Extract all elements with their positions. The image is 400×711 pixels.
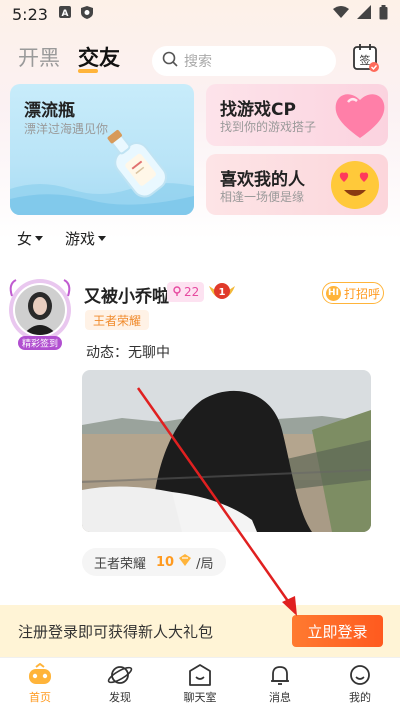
username: 又被小乔啦 bbox=[84, 287, 169, 307]
status-bar: 5:23 A bbox=[0, 0, 400, 28]
tabbar-home[interactable]: 首页 bbox=[0, 658, 80, 711]
register-promo-text: 注册登录即可获得新人大礼包 bbox=[18, 622, 214, 641]
tab-jiaoyou[interactable]: 交友 bbox=[78, 42, 120, 72]
home-game-icon bbox=[29, 663, 51, 684]
game-tag: 王者荣耀 bbox=[85, 310, 150, 330]
tabbar-profile[interactable]: 我的 bbox=[320, 658, 400, 711]
top-header: 开黑 交友 搜索 签 bbox=[0, 42, 400, 76]
who-likes-me-card[interactable]: 喜欢我的人 相逢一场便是缘 bbox=[206, 154, 388, 215]
tabbar-discover[interactable]: 发现 bbox=[80, 658, 160, 711]
tabbar-chatroom[interactable]: 聊天室 bbox=[160, 658, 240, 711]
avatar[interactable]: 精彩签到 bbox=[6, 276, 74, 352]
female-symbol-icon bbox=[172, 285, 182, 299]
coin-icon bbox=[178, 553, 192, 571]
filter-game[interactable]: 游戏 bbox=[65, 228, 107, 249]
find-cp-title: 找游戏CP bbox=[220, 100, 296, 120]
status-time: 5:23 bbox=[12, 4, 48, 24]
game-order-info[interactable]: 王者荣耀 10 /局 bbox=[82, 548, 226, 576]
profile-icon bbox=[350, 665, 370, 685]
who-likes-me-subtitle: 相逢一场便是缘 bbox=[220, 190, 305, 204]
daily-signin-button[interactable]: 签 bbox=[352, 42, 380, 74]
heart-eyes-emoji-icon bbox=[331, 161, 379, 209]
tabbar-chatroom-label: 聊天室 bbox=[183, 691, 217, 704]
register-promo-bar: 注册登录即可获得新人大礼包 立即登录 bbox=[0, 605, 400, 657]
notification-a-icon: A bbox=[58, 5, 72, 23]
post-status: 动态：无聊中 bbox=[86, 345, 170, 361]
wifi-icon bbox=[333, 5, 349, 23]
filter-game-label: 游戏 bbox=[65, 230, 96, 248]
tabbar-home-label: 首页 bbox=[29, 691, 51, 704]
svg-text:A: A bbox=[61, 9, 68, 19]
planet-icon bbox=[107, 666, 133, 684]
who-likes-me-title: 喜欢我的人 bbox=[220, 170, 305, 190]
svg-text:签: 签 bbox=[360, 53, 371, 67]
caret-down-icon bbox=[98, 236, 107, 241]
bottle-illustration-icon bbox=[10, 130, 194, 215]
search-placeholder: 搜索 bbox=[184, 54, 212, 70]
greet-button[interactable]: HI 打招呼 bbox=[322, 282, 384, 304]
signal-icon bbox=[357, 5, 371, 23]
search-icon bbox=[162, 51, 184, 71]
level-badge: 22 bbox=[167, 282, 205, 302]
tabbar-profile-label: 我的 bbox=[349, 691, 371, 704]
winged-rank-icon: 1 bbox=[209, 283, 235, 299]
shield-status-icon bbox=[80, 5, 94, 24]
bottom-tab-bar: 首页 发现 聊天室 消息 我的 bbox=[0, 657, 400, 711]
chatroom-icon bbox=[189, 664, 211, 686]
battery-icon bbox=[379, 4, 388, 24]
post-photo[interactable] bbox=[82, 370, 371, 532]
tabbar-messages[interactable]: 消息 bbox=[240, 658, 320, 711]
svg-text:精彩签到: 精彩签到 bbox=[22, 338, 58, 350]
heart-icon bbox=[335, 94, 385, 138]
rank-badge: 1 bbox=[205, 278, 239, 308]
game-order-price: 10 bbox=[156, 554, 175, 570]
active-tab-indicator bbox=[78, 69, 98, 73]
game-order-name: 王者荣耀 bbox=[94, 556, 147, 572]
tabbar-messages-label: 消息 bbox=[269, 691, 291, 704]
filter-gender[interactable]: 女 bbox=[17, 228, 44, 249]
greet-label: 打招呼 bbox=[344, 286, 381, 301]
caret-down-icon bbox=[35, 236, 44, 241]
filter-gender-label: 女 bbox=[17, 230, 33, 248]
game-order-unit: /局 bbox=[196, 556, 214, 572]
search-input[interactable]: 搜索 bbox=[152, 46, 336, 76]
calendar-signin-icon: 签 bbox=[353, 44, 379, 72]
tabbar-discover-label: 发现 bbox=[109, 691, 131, 704]
bell-icon bbox=[271, 666, 289, 685]
login-now-button[interactable]: 立即登录 bbox=[292, 615, 383, 647]
hi-icon: HI bbox=[326, 285, 341, 301]
find-cp-card[interactable]: 找游戏CP 找到你的游戏搭子 bbox=[206, 84, 388, 146]
tab-kaihei[interactable]: 开黑 bbox=[18, 42, 60, 72]
level-value: 22 bbox=[184, 285, 200, 299]
find-cp-subtitle: 找到你的游戏搭子 bbox=[220, 120, 317, 134]
svg-text:1: 1 bbox=[219, 287, 226, 298]
drift-bottle-card[interactable]: 漂流瓶 漂洋过海遇见你 bbox=[10, 84, 194, 215]
filter-bar: 女 游戏 bbox=[17, 228, 107, 249]
